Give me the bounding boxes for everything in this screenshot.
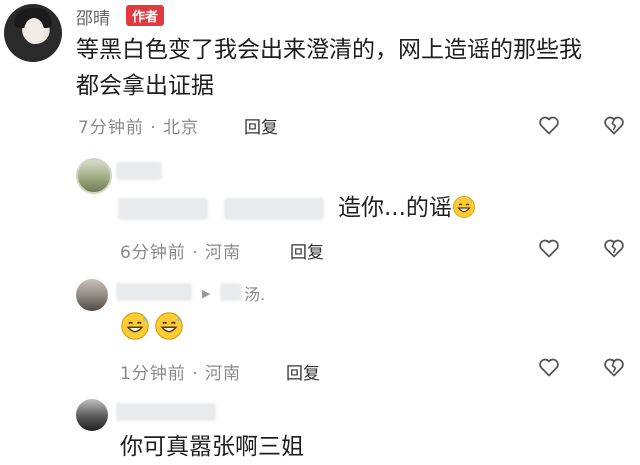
reply-arrow-icon: ▶ [202, 287, 211, 300]
comment-text-line-2: 都会拿出证据 [76, 73, 214, 99]
avatar-face [24, 18, 44, 44]
username-redacted [116, 403, 216, 421]
heart-outline-icon[interactable] [537, 355, 561, 379]
comment-text-suffix: 造你...的谣 [338, 195, 452, 221]
username-redacted [116, 283, 192, 301]
grinning-sweat-emoji [154, 311, 184, 341]
comment-meta: 7分钟前 · 北京 [78, 118, 200, 138]
grinning-sweat-emoji [452, 194, 476, 218]
comment-meta: 6分钟前 · 河南 [120, 243, 242, 263]
heart-outline-icon[interactable] [537, 236, 561, 260]
reply-target-username[interactable]: 汤. [244, 281, 265, 305]
comment-text [120, 311, 184, 348]
comment-3: ▶ 汤. 1分钟前 · 河南 回复 [0, 275, 640, 395]
comment-text: 造你...的谣 [338, 190, 476, 226]
text-redacted [118, 198, 208, 220]
heart-outline-icon[interactable] [537, 113, 561, 137]
username[interactable]: 邵晴 [76, 4, 110, 29]
reply-button[interactable]: 回复 [244, 113, 278, 138]
avatar[interactable] [76, 399, 108, 431]
avatar[interactable] [76, 279, 108, 311]
avatar[interactable] [76, 158, 112, 194]
author-badge: 作者 [126, 5, 165, 26]
avatar[interactable] [4, 4, 62, 62]
comment-text: 你可真嚣张啊三姐 [120, 434, 304, 460]
comment-1: 邵晴 作者 等黑白色变了我会出来澄清的，网上造谣的那些我 都会拿出证据 7分钟前… [0, 0, 640, 150]
text-redacted [224, 198, 324, 220]
broken-heart-icon[interactable] [602, 113, 626, 137]
comment-meta: 1分钟前 · 河南 [120, 364, 242, 384]
broken-heart-icon[interactable] [602, 355, 626, 379]
grinning-sweat-emoji [120, 311, 150, 341]
reply-button[interactable]: 回复 [290, 238, 324, 263]
comment-text-line-1: 等黑白色变了我会出来澄清的，网上造谣的那些我 [76, 37, 582, 63]
broken-heart-icon[interactable] [602, 236, 626, 260]
reply-button[interactable]: 回复 [286, 359, 320, 384]
username-redacted [116, 162, 162, 180]
comment-4: 你可真嚣张啊三姐 [0, 395, 640, 465]
comment-2: 造你...的谣 6分钟前 · 河南 回复 [0, 150, 640, 275]
username-redacted [220, 283, 242, 301]
